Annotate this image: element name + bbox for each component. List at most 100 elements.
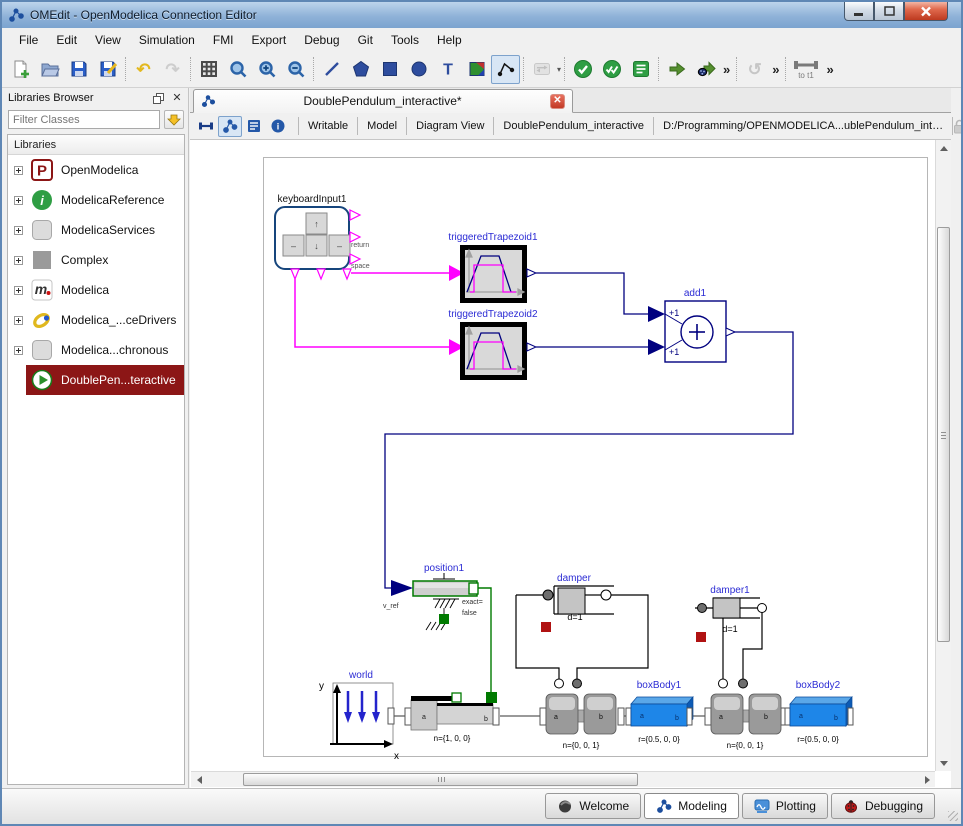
titlebar: OMEdit - OpenModelica Connection Editor (2, 2, 961, 28)
menu-git[interactable]: Git (349, 30, 382, 50)
zoom-out-button[interactable] (281, 55, 310, 84)
bitmap-tool-button[interactable] (462, 55, 491, 84)
library-item-modelicaservices[interactable]: ModelicaServices (8, 215, 184, 245)
menu-debug[interactable]: Debug (295, 30, 348, 50)
rectangle-tool-button[interactable] (375, 55, 404, 84)
menu-edit[interactable]: Edit (47, 30, 86, 50)
maximize-button[interactable] (874, 2, 904, 21)
resize-grip[interactable] (948, 811, 958, 821)
re-simulate-button[interactable]: ↺ (740, 55, 769, 84)
view-type-status[interactable]: Diagram View (406, 117, 493, 135)
diagram-view-button[interactable] (218, 116, 242, 137)
library-item-doublependulum-selected[interactable]: DoublePen...teractive (26, 365, 184, 395)
redo-button[interactable]: ↷ (158, 55, 187, 84)
check-model-button[interactable] (568, 55, 597, 84)
expand-icon[interactable] (14, 316, 23, 325)
float-panel-icon[interactable] (151, 92, 165, 105)
close-button[interactable] (904, 2, 948, 21)
text-view-button[interactable] (242, 116, 266, 137)
grid-button[interactable] (194, 55, 223, 84)
component-triggeredTrapezoid2[interactable]: triggeredTrapezoid2 (448, 309, 538, 378)
svg-text:P: P (37, 163, 47, 180)
menu-export[interactable]: Export (243, 30, 296, 50)
menu-view[interactable]: View (86, 30, 130, 50)
library-item-modelica[interactable]: m Modelica (8, 275, 184, 305)
menu-tools[interactable]: Tools (382, 30, 428, 50)
scroll-left-icon[interactable] (191, 772, 207, 788)
svg-text:damper: damper (557, 573, 592, 584)
toolbar-overflow-chevron[interactable]: » (823, 62, 836, 77)
tab-close-icon[interactable]: ✕ (550, 94, 565, 109)
scroll-right-icon[interactable] (919, 772, 935, 788)
package-icon (30, 218, 54, 242)
menu-fmi[interactable]: FMI (204, 30, 243, 50)
simulation-time-button[interactable]: to t1 (789, 55, 823, 84)
menu-help[interactable]: Help (428, 30, 471, 50)
expand-icon[interactable] (14, 286, 23, 295)
class-type-status: Model (357, 117, 406, 135)
ellipse-tool-button[interactable] (404, 55, 433, 84)
horizontal-scroll-thumb[interactable] (243, 773, 638, 786)
polygon-tool-button[interactable] (346, 55, 375, 84)
library-item-devicedrivers[interactable]: Modelica_...ceDrivers (8, 305, 184, 335)
zoom-in-button[interactable] (252, 55, 281, 84)
vertical-scroll-thumb[interactable] (937, 227, 950, 642)
expand-icon[interactable] (14, 256, 23, 265)
svg-text:boxBody2: boxBody2 (796, 680, 841, 691)
documentation-view-button[interactable]: i (266, 116, 290, 137)
filter-classes-input[interactable] (8, 110, 160, 129)
expand-icon[interactable] (14, 196, 23, 205)
filter-options-button[interactable] (164, 110, 184, 129)
library-item-openmodelica[interactable]: P OpenModelica (8, 155, 184, 185)
svg-text:a: a (719, 714, 723, 721)
component-triggeredTrapezoid1[interactable]: triggeredTrapezoid1 (448, 232, 538, 301)
close-panel-icon[interactable]: ✕ (170, 92, 184, 105)
document-tab[interactable]: DoublePendulum_interactive* ✕ (193, 89, 573, 113)
document-tabbar: DoublePendulum_interactive* ✕ (190, 88, 951, 113)
library-item-label: ModelicaReference (61, 193, 164, 207)
toolbar-overflow-chevron[interactable]: » (720, 62, 733, 77)
library-item-synchronous[interactable]: Modelica...chronous (8, 335, 184, 365)
vertical-scrollbar[interactable] (935, 140, 951, 771)
open-file-button[interactable] (35, 55, 64, 84)
horizontal-scrollbar[interactable] (191, 771, 935, 787)
perspective-welcome[interactable]: Welcome (545, 793, 641, 819)
new-class-button[interactable] (6, 55, 35, 84)
library-item-complex[interactable]: Complex (8, 245, 184, 275)
text-tool-button[interactable]: T (433, 55, 462, 84)
simulate-button[interactable] (662, 55, 691, 84)
expand-icon[interactable] (14, 166, 23, 175)
save-as-button[interactable] (93, 55, 122, 84)
svg-text:space: space (351, 263, 370, 270)
scroll-down-icon[interactable] (936, 755, 952, 771)
check-all-models-button[interactable] (597, 55, 626, 84)
save-button[interactable] (64, 55, 93, 84)
transition-mode-button[interactable] (527, 55, 556, 84)
svg-text:a: a (422, 714, 426, 721)
icon-view-button[interactable] (194, 116, 218, 137)
minimize-button[interactable] (844, 2, 874, 21)
diagram-canvas[interactable]: keyboardInput1 ↑ – ↓ – (191, 140, 935, 771)
perspective-modeling[interactable]: Modeling (644, 793, 739, 819)
menu-file[interactable]: File (10, 30, 47, 50)
svg-text:↓: ↓ (314, 241, 319, 251)
svg-text:r={0.5, 0, 0}: r={0.5, 0, 0} (797, 735, 839, 744)
connect-mode-button[interactable] (491, 55, 520, 84)
instantiate-model-button[interactable] (626, 55, 655, 84)
perspective-plotting[interactable]: Plotting (742, 793, 828, 819)
zoom-button[interactable] (223, 55, 252, 84)
line-tool-button[interactable] (317, 55, 346, 84)
perspective-debugging[interactable]: Debugging (831, 793, 935, 819)
toolbar-overflow-chevron[interactable]: » (769, 62, 782, 77)
undo-button[interactable]: ↶ (129, 55, 158, 84)
library-item-modelicareference[interactable]: i ModelicaReference (8, 185, 184, 215)
svg-text:exact=: exact= (462, 599, 483, 606)
scroll-up-icon[interactable] (936, 140, 952, 156)
modelica-logo-icon: m (30, 278, 54, 302)
menu-simulation[interactable]: Simulation (130, 30, 204, 50)
simulate-with-debugger-button[interactable] (691, 55, 720, 84)
expand-icon[interactable] (14, 346, 23, 355)
transition-dropdown-caret[interactable]: ▾ (556, 65, 561, 74)
expand-icon[interactable] (14, 226, 23, 235)
writable-status[interactable]: Writable (298, 117, 357, 135)
